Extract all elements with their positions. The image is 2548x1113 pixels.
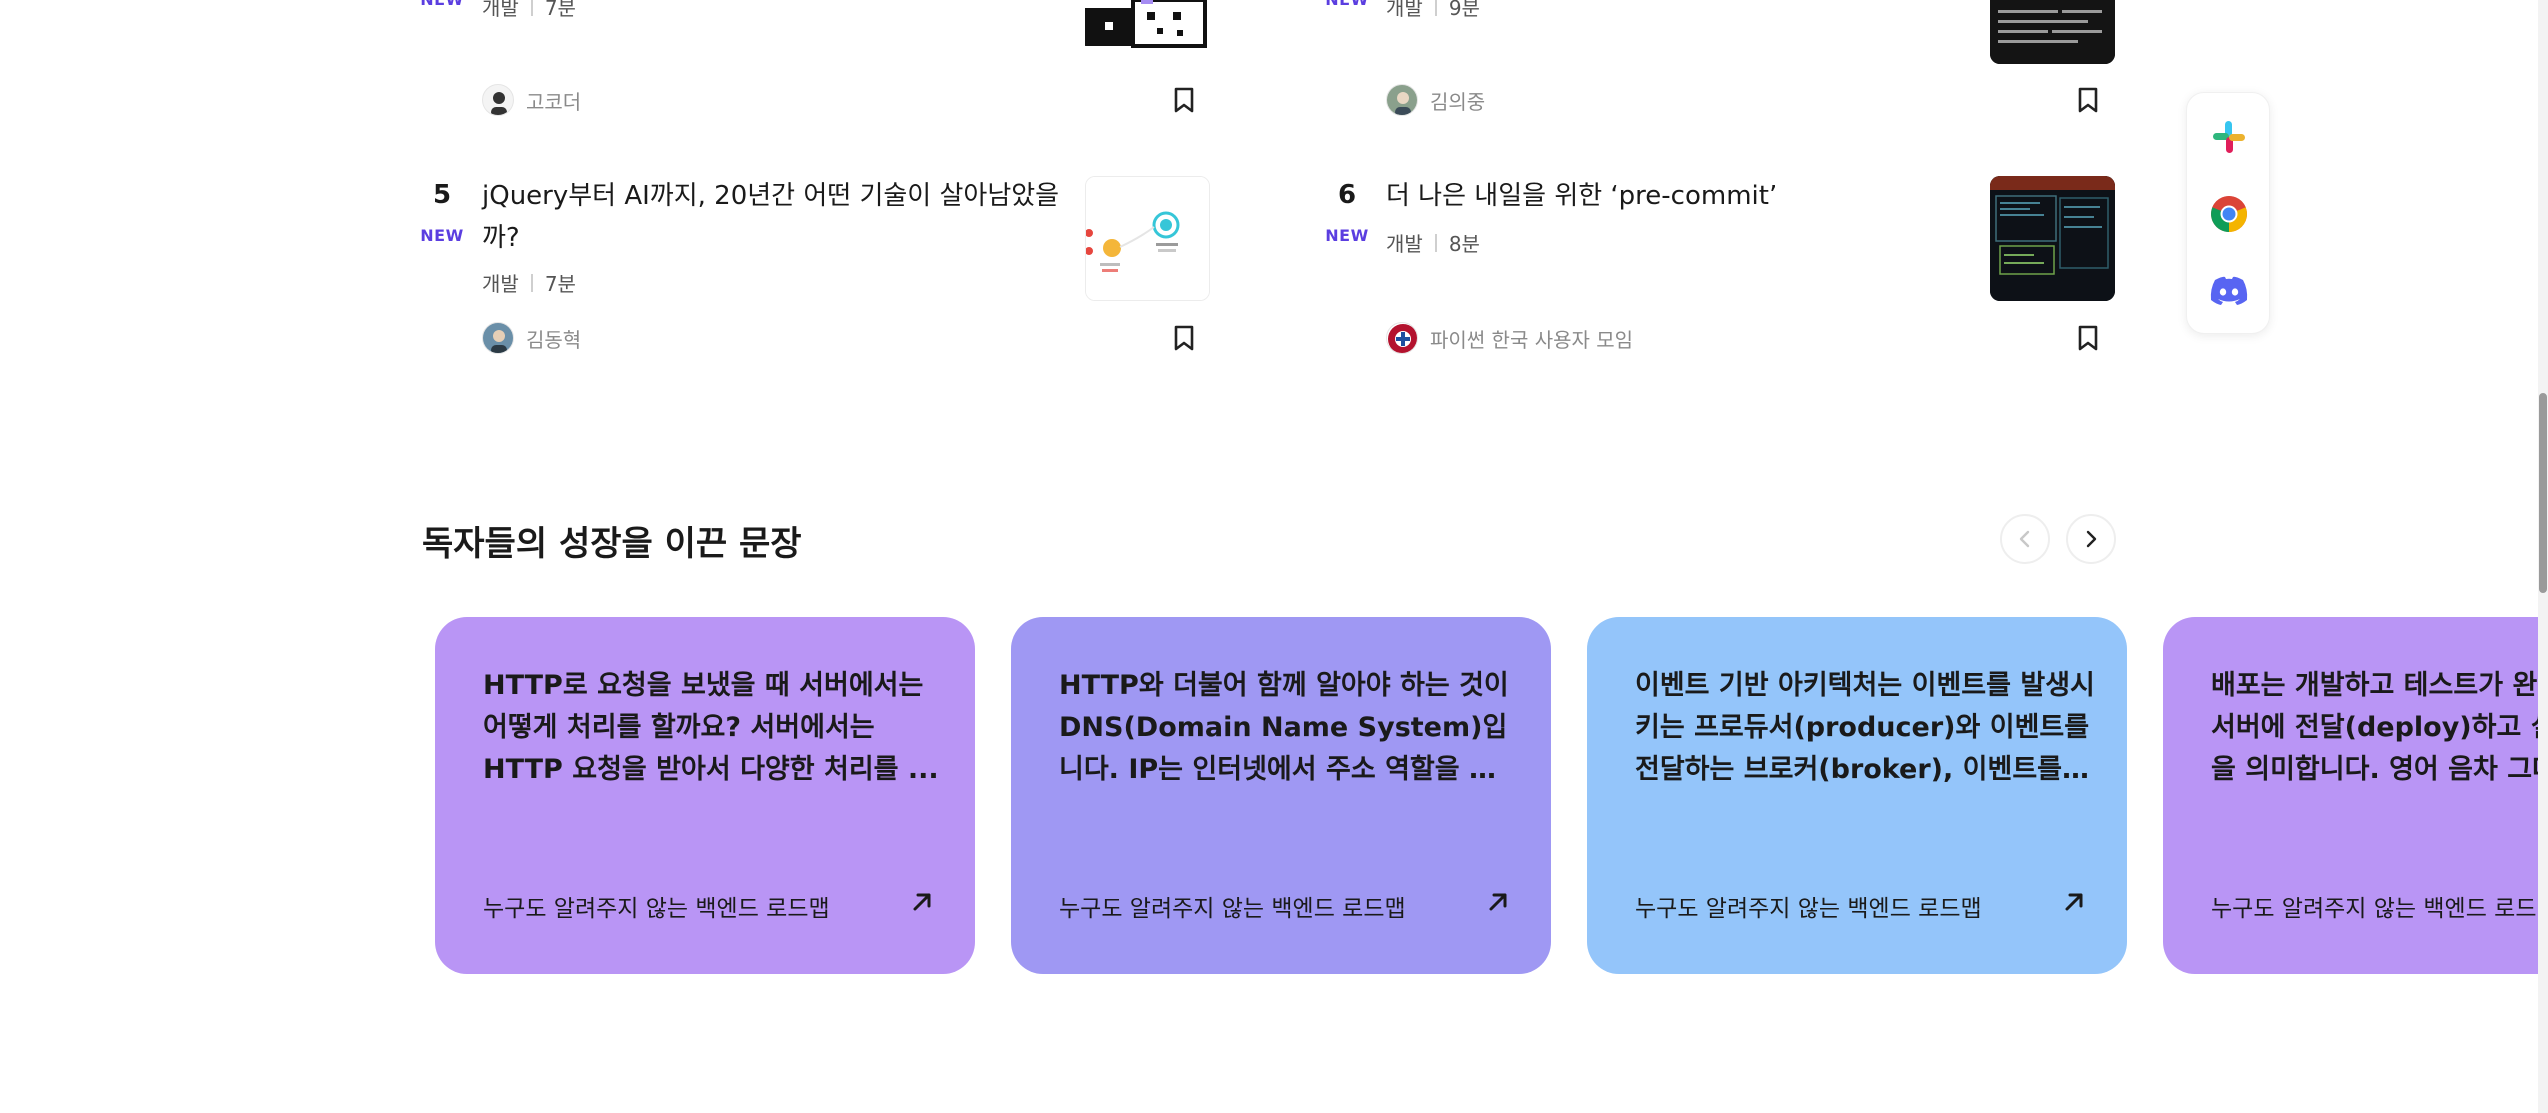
read-time: 7분 [544,0,576,20]
scrollbar-thumb[interactable] [2539,393,2547,593]
meta-separator [1434,233,1437,252]
section-title: 독자들의 성장을 이끈 문장 [422,524,802,564]
new-badge: NEW [1325,226,1369,245]
article-meta: 개발 7분 [482,0,576,21]
author-avatar [1386,322,1418,354]
page: NEW 개발 7분 고코더 [0,0,2548,1113]
bookmark-icon[interactable] [1170,324,1198,352]
author-avatar [482,84,514,116]
article-meta: 개발 7분 [482,268,576,297]
quote-source: 누구도 알려주지 않는 백엔드 로드맵 [1635,896,1982,922]
quote-text: 배포는 개발하고 테스트가 완료된 코드를 서버에 전달(deploy)하고 실… [2211,670,2538,785]
rank-number: 6 [1337,180,1357,210]
quote-card[interactable]: HTTP로 요청을 보냈을 때 서버에서는 어떻게 처리를 할까요? 서버에서는… [435,617,975,974]
article-thumbnail[interactable] [1990,0,2115,64]
quote-card[interactable]: 이벤트 기반 아키텍처는 이벤트를 발생시키는 프로듀서(producer)와 … [1587,617,2127,974]
author-name: 김의중 [1430,89,1486,114]
quote-source: 누구도 알려주지 않는 백엔드 로드맵 [483,896,830,922]
new-badge: NEW [1317,0,1377,9]
code-thumbnail [1990,0,2115,64]
diagram-thumbnail [1086,177,1209,300]
terminal-thumbnail [1990,176,2115,301]
category: 개발 [482,0,519,20]
meta-separator [530,273,533,292]
article-thumbnail[interactable] [1085,176,1210,301]
category: 개발 [482,272,519,296]
article-meta: 개발 9분 [1386,0,1480,21]
discord-icon[interactable] [2209,271,2249,311]
new-badge: NEW [420,226,464,245]
quote-card[interactable]: HTTP와 더불어 함께 알아야 하는 것이 DNS(Domain Name S… [1011,617,1551,974]
arrow-up-right-icon [1489,893,1507,911]
card-clip: 배포는 개발하고 테스트가 완료된 코드를 서버에 전달(deploy)하고 실… [2163,617,2538,974]
article-thumbnail[interactable] [1990,176,2115,301]
read-time: 8분 [1448,232,1480,256]
article-title[interactable]: jQuery부터 AI까지, 20년간 어떤 기술이 살아남았을까? [482,175,1062,259]
author[interactable]: 고코더 [482,84,581,116]
arrow-up-right-icon [913,893,931,911]
read-time: 7분 [544,272,576,296]
carousel-next-button[interactable] [2066,514,2116,564]
slack-icon[interactable] [2209,117,2249,157]
bookmark-icon[interactable] [1170,86,1198,114]
pixel-art-thumbnail [1085,0,1210,55]
article-thumbnail[interactable] [1085,0,1210,55]
arrow-up-right-icon [2065,893,2083,911]
author-avatar [482,322,514,354]
bookmark-icon[interactable] [2074,324,2102,352]
category: 개발 [1386,0,1423,20]
quote-source: 누구도 알려주지 않는 백엔드 로드맵 [1059,896,1406,922]
carousel-prev-button[interactable] [2000,514,2050,564]
chevron-right-icon [2086,530,2097,548]
chrome-icon[interactable] [2209,194,2249,234]
meta-separator [1434,0,1437,16]
quote-text: HTTP와 더불어 함께 알아야 하는 것이 DNS(Domain Name S… [1059,670,1509,785]
chevron-left-icon [2019,530,2030,548]
quote-text: HTTP로 요청을 보냈을 때 서버에서는 어떻게 처리를 할까요? 서버에서는… [483,670,939,785]
author-name: 파이썬 한국 사용자 모임 [1430,327,1634,352]
article-meta: 개발 8분 [1386,228,1480,257]
author-name: 김동혁 [526,327,582,352]
author-avatar [1386,84,1418,116]
article-title[interactable]: 더 나은 내일을 위한 ‘pre-commit’ [1386,175,1966,217]
bookmark-icon[interactable] [2074,86,2102,114]
app-shortcut-rail [2186,92,2270,334]
author[interactable]: 파이썬 한국 사용자 모임 [1386,322,1633,354]
author[interactable]: 김의중 [1386,84,1485,116]
author[interactable]: 김동혁 [482,322,581,354]
rank-number: 5 [432,180,452,210]
author-name: 고코더 [526,89,582,114]
quote-card[interactable]: 배포는 개발하고 테스트가 완료된 코드를 서버에 전달(deploy)하고 실… [2163,617,2538,974]
quote-text: 이벤트 기반 아키텍처는 이벤트를 발생시키는 프로듀서(producer)와 … [1635,670,2095,785]
new-badge: NEW [412,0,472,9]
quote-source: 누구도 알려주지 않는 백엔드 로드맵 [2211,896,2538,922]
scrollbar-track[interactable] [2538,0,2548,1113]
read-time: 9분 [1448,0,1480,20]
category: 개발 [1386,232,1423,256]
meta-separator [530,0,533,16]
